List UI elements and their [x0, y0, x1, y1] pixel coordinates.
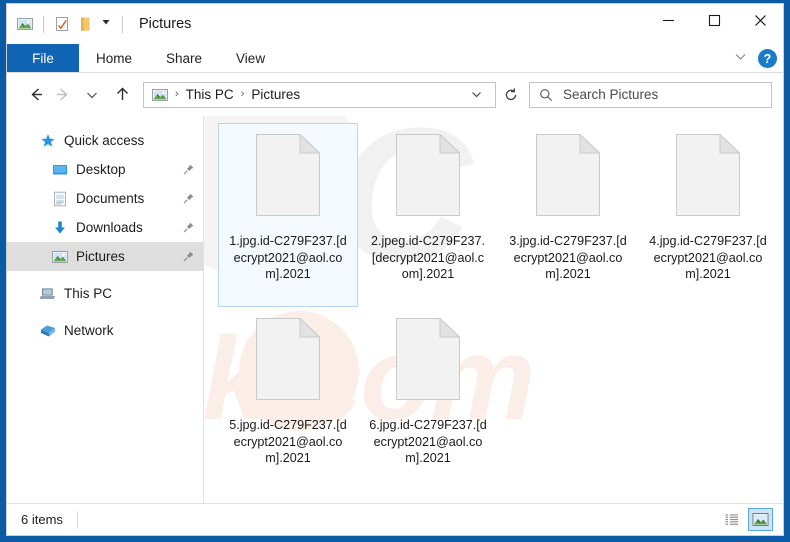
file-item[interactable]: 3.jpg.id-C279F237.[decrypt2021@aol.com].… [498, 123, 638, 307]
help-icon[interactable]: ? [758, 49, 777, 68]
sidebar-item-documents[interactable]: Documents [7, 184, 203, 213]
file-name: 3.jpg.id-C279F237.[decrypt2021@aol.com].… [509, 234, 627, 281]
window-controls [645, 4, 783, 36]
search-icon [539, 88, 553, 102]
quick-access-toolbar [7, 15, 126, 33]
tab-home[interactable]: Home [79, 44, 149, 72]
file-grid: 1.jpg.id-C279F237.[decrypt2021@aol.com].… [204, 116, 783, 491]
navigation-pane: Quick access Desktop Documents Downloads… [7, 116, 204, 503]
recent-locations-button[interactable] [79, 82, 105, 108]
tab-share[interactable]: Share [149, 44, 219, 72]
desktop-icon [52, 162, 68, 178]
file-document-icon [396, 133, 461, 221]
documents-icon [52, 191, 68, 207]
file-item[interactable]: 4.jpg.id-C279F237.[decrypt2021@aol.com].… [638, 123, 778, 307]
search-input[interactable] [563, 87, 771, 102]
pictures-icon [52, 249, 68, 265]
refresh-button[interactable] [496, 82, 526, 108]
pin-icon-pictures[interactable] [182, 250, 195, 263]
file-item[interactable]: 5.jpg.id-C279F237.[decrypt2021@aol.com].… [218, 307, 358, 491]
large-icons-view-button[interactable] [748, 508, 773, 531]
toolbar-separator [43, 15, 44, 33]
checkmark-document-icon[interactable] [54, 16, 70, 32]
sidebar-label-quick-access: Quick access [64, 133, 145, 148]
search-box[interactable] [529, 81, 772, 108]
file-list-view[interactable]: PC risk.com 1.jpg.id-C279F237.[decrypt20… [204, 116, 783, 503]
file-document-icon [536, 133, 601, 221]
sidebar-item-desktop[interactable]: Desktop [7, 155, 203, 184]
file-item[interactable]: 6.jpg.id-C279F237.[decrypt2021@aol.com].… [358, 307, 498, 491]
status-divider [76, 510, 78, 529]
toolbar-separator-2 [122, 15, 123, 33]
file-item[interactable]: 1.jpg.id-C279F237.[decrypt2021@aol.com].… [218, 123, 358, 307]
chevron-down-icon[interactable] [733, 49, 748, 69]
breadcrumb-separator-2: › [240, 88, 245, 100]
sidebar-label-documents: Documents [76, 191, 145, 206]
file-document-icon [256, 317, 321, 405]
file-document-icon [676, 133, 741, 221]
view-mode-buttons [719, 508, 773, 531]
minimize-button[interactable] [645, 4, 691, 36]
downloads-icon [52, 220, 68, 236]
file-name: 2.jpeg.id-C279F237.[decrypt2021@aol.com]… [370, 234, 486, 281]
item-count: 6 items [21, 512, 63, 527]
this-pc-icon [40, 286, 56, 302]
pin-icon-desktop[interactable] [182, 163, 195, 176]
sidebar-item-pictures[interactable]: Pictures [7, 242, 203, 271]
file-document-icon [256, 133, 321, 221]
file-name: 4.jpg.id-C279F237.[decrypt2021@aol.com].… [649, 234, 767, 281]
close-button[interactable] [737, 4, 783, 36]
explorer-window: Pictures File Home Share View ? › This P… [6, 3, 784, 536]
sidebar-label-pictures: Pictures [76, 249, 125, 264]
dropdown-arrow-icon[interactable] [100, 15, 112, 33]
file-item[interactable]: 2.jpeg.id-C279F237.[decrypt2021@aol.com]… [358, 123, 498, 307]
folder-icon[interactable] [77, 16, 93, 32]
tab-view[interactable]: View [219, 44, 282, 72]
sidebar-label-this-pc: This PC [64, 286, 113, 301]
file-name: 1.jpg.id-C279F237.[decrypt2021@aol.com].… [229, 234, 347, 281]
breadcrumb-this-pc[interactable]: This PC [186, 87, 234, 102]
breadcrumb-pictures[interactable]: Pictures [251, 87, 300, 102]
back-button[interactable] [23, 82, 49, 108]
details-view-button[interactable] [719, 508, 744, 531]
window-title: Pictures [139, 16, 192, 32]
breadcrumb-bar[interactable]: › This PC › Pictures [143, 81, 496, 108]
title-bar: Pictures [7, 4, 783, 44]
pin-icon-documents[interactable] [182, 192, 195, 205]
breadcrumb-separator-1: › [175, 88, 179, 100]
up-button[interactable] [109, 82, 135, 108]
star-icon [40, 133, 56, 149]
file-document-icon [396, 317, 461, 405]
picture-icon[interactable] [17, 16, 33, 32]
sidebar-label-network: Network [64, 323, 114, 338]
pin-icon-downloads[interactable] [182, 221, 195, 234]
sidebar-item-network[interactable]: Network [7, 316, 203, 345]
tab-file[interactable]: File [7, 44, 79, 72]
breadcrumb-dropdown-icon[interactable] [462, 88, 491, 101]
sidebar-item-downloads[interactable]: Downloads [7, 213, 203, 242]
sidebar-label-downloads: Downloads [76, 220, 143, 235]
file-name: 5.jpg.id-C279F237.[decrypt2021@aol.com].… [229, 418, 347, 465]
explorer-body: Quick access Desktop Documents Downloads… [7, 116, 783, 503]
file-name: 6.jpg.id-C279F237.[decrypt2021@aol.com].… [369, 418, 487, 465]
status-bar: 6 items [7, 503, 783, 535]
ribbon-right-controls: ? [733, 44, 777, 73]
maximize-button[interactable] [691, 4, 737, 36]
ribbon-tab-bar: File Home Share View ? [7, 44, 783, 73]
forward-button[interactable] [49, 82, 75, 108]
breadcrumb-picture-icon [152, 87, 168, 103]
network-icon [40, 323, 56, 339]
sidebar-item-quick-access[interactable]: Quick access [7, 126, 203, 155]
sidebar-label-desktop: Desktop [76, 162, 126, 177]
address-bar: › This PC › Pictures [7, 73, 783, 116]
sidebar-item-this-pc[interactable]: This PC [7, 279, 203, 308]
